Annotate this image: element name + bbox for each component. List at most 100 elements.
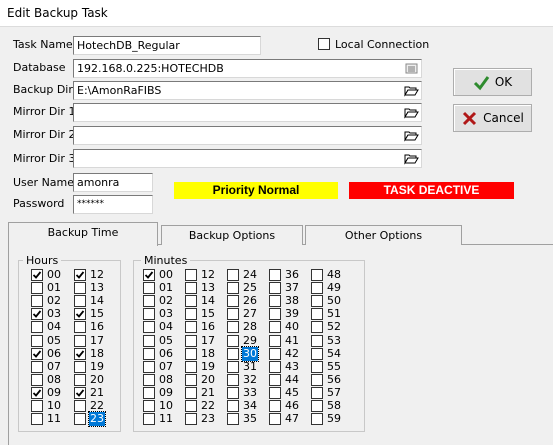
minute-checkbox-11[interactable] [143,413,155,426]
local-connection-checkbox[interactable] [318,38,330,50]
minute-checkbox-07[interactable] [143,360,155,373]
minute-checkbox-16[interactable] [185,321,197,334]
hour-checkbox-07[interactable] [31,360,43,373]
minute-checkbox-53[interactable] [311,334,323,347]
minute-checkbox-12[interactable] [185,269,197,281]
hour-checkbox-09[interactable] [31,386,43,399]
hour-item-12[interactable]: 12 [74,268,130,282]
task-name-input[interactable]: HotechDB_Regular [73,36,261,55]
minute-checkbox-54[interactable] [311,347,323,360]
ok-button[interactable]: OK [453,68,532,96]
minute-checkbox-30[interactable] [227,347,239,360]
mirror-dir-1-input[interactable] [73,103,422,122]
minute-checkbox-48[interactable] [311,269,323,281]
tab-other-options[interactable]: Other Options [305,225,462,245]
minute-checkbox-05[interactable] [143,334,155,347]
hour-item-19[interactable]: 19 [74,360,130,374]
minute-checkbox-23[interactable] [185,413,197,426]
minute-checkbox-32[interactable] [227,373,239,386]
minute-checkbox-39[interactable] [269,308,281,321]
mirror-dir-2-input[interactable] [73,126,422,145]
minute-checkbox-47[interactable] [269,413,281,426]
minute-checkbox-00[interactable] [143,269,155,281]
hour-checkbox-14[interactable] [74,295,86,308]
hour-checkbox-17[interactable] [74,334,86,347]
hour-item-16[interactable]: 16 [74,320,130,334]
minute-item-49[interactable]: 49 [311,281,367,295]
minute-checkbox-01[interactable] [143,282,155,295]
minute-checkbox-59[interactable] [311,413,323,426]
hour-item-13[interactable]: 13 [74,281,130,295]
hour-checkbox-08[interactable] [31,373,43,386]
hour-item-23[interactable]: 23 [74,411,130,428]
minute-checkbox-58[interactable] [311,400,323,412]
hour-checkbox-20[interactable] [74,373,86,386]
minute-checkbox-28[interactable] [227,321,239,334]
folder-open-icon[interactable] [404,105,419,120]
folder-open-icon[interactable] [404,151,419,166]
hour-item-20[interactable]: 20 [74,373,130,387]
folder-open-icon[interactable] [404,83,419,98]
username-input[interactable]: amonra [73,173,153,192]
backup-dir-input[interactable]: E:\AmonRaFIBS [73,81,422,100]
minute-checkbox-35[interactable] [227,413,239,426]
minute-checkbox-24[interactable] [227,269,239,281]
minute-checkbox-08[interactable] [143,373,155,386]
minute-checkbox-40[interactable] [269,321,281,334]
minute-checkbox-42[interactable] [269,347,281,360]
hour-checkbox-00[interactable] [31,269,43,281]
minute-checkbox-55[interactable] [311,360,323,373]
hour-item-18[interactable]: 18 [74,347,130,361]
minute-item-56[interactable]: 56 [311,373,367,387]
minute-item-51[interactable]: 51 [311,307,367,321]
hour-checkbox-16[interactable] [74,321,86,334]
minute-checkbox-15[interactable] [185,308,197,321]
minute-checkbox-41[interactable] [269,334,281,347]
minute-checkbox-26[interactable] [227,295,239,308]
minute-item-54[interactable]: 54 [311,347,367,361]
minute-checkbox-57[interactable] [311,386,323,399]
minute-checkbox-09[interactable] [143,386,155,399]
cancel-button[interactable]: Cancel [453,104,532,132]
minute-checkbox-44[interactable] [269,373,281,386]
database-input[interactable]: 192.168.0.225:HOTECHDB [73,59,422,78]
hour-checkbox-01[interactable] [31,282,43,295]
hour-item-15[interactable]: 15 [74,307,130,321]
hour-item-17[interactable]: 17 [74,334,130,348]
hour-checkbox-02[interactable] [31,295,43,308]
minute-checkbox-45[interactable] [269,386,281,399]
minute-checkbox-51[interactable] [311,308,323,321]
minute-checkbox-36[interactable] [269,269,281,281]
minute-checkbox-21[interactable] [185,386,197,399]
minute-checkbox-37[interactable] [269,282,281,295]
minute-checkbox-49[interactable] [311,282,323,295]
hour-checkbox-06[interactable] [31,347,43,360]
minute-checkbox-27[interactable] [227,308,239,321]
password-input[interactable]: ****** [73,195,153,214]
minute-checkbox-13[interactable] [185,282,197,295]
minute-checkbox-38[interactable] [269,295,281,308]
minute-checkbox-19[interactable] [185,360,197,373]
minute-checkbox-56[interactable] [311,373,323,386]
minute-item-57[interactable]: 57 [311,386,367,400]
hour-item-14[interactable]: 14 [74,294,130,308]
minute-checkbox-46[interactable] [269,400,281,412]
minute-checkbox-20[interactable] [185,373,197,386]
minute-item-48[interactable]: 48 [311,268,367,282]
minute-checkbox-31[interactable] [227,360,239,373]
minute-checkbox-06[interactable] [143,347,155,360]
list-icon[interactable] [404,61,419,76]
minute-checkbox-43[interactable] [269,360,281,373]
hour-checkbox-18[interactable] [74,347,86,360]
mirror-dir-3-input[interactable] [73,149,422,168]
hour-checkbox-12[interactable] [74,269,86,281]
minute-checkbox-52[interactable] [311,321,323,334]
hour-item-22[interactable]: 22 [74,399,130,413]
minute-checkbox-33[interactable] [227,386,239,399]
hour-checkbox-15[interactable] [74,308,86,321]
minute-checkbox-03[interactable] [143,308,155,321]
minute-checkbox-02[interactable] [143,295,155,308]
minute-checkbox-17[interactable] [185,334,197,347]
minute-item-55[interactable]: 55 [311,360,367,374]
minute-item-50[interactable]: 50 [311,294,367,308]
